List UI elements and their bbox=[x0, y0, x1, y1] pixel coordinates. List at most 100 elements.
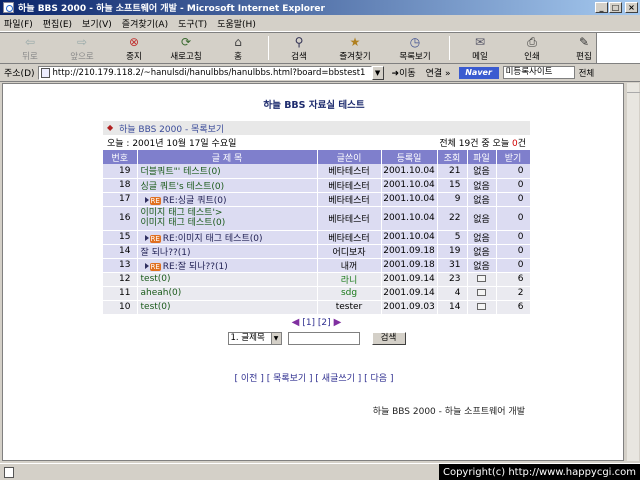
forward-arrow-icon: ⇨ bbox=[76, 34, 88, 49]
menu-file[interactable]: 파일(F) bbox=[4, 17, 33, 30]
stop-button[interactable]: ⊗ 중지 bbox=[108, 35, 160, 62]
post-link[interactable]: 더블쿼트"' 테스트(0) bbox=[137, 164, 318, 179]
search-button[interactable]: ⚲ 검색 bbox=[273, 35, 325, 62]
post-link[interactable]: test(0) bbox=[137, 272, 318, 287]
col-file: 파일 bbox=[467, 150, 497, 164]
re-icon: RE bbox=[149, 196, 161, 205]
table-row[interactable]: 19 더블쿼트"' 테스트(0) 베타테스터 2001.10.04 21 없음 … bbox=[103, 164, 531, 179]
menu-favorites[interactable]: 즐겨찾기(A) bbox=[122, 17, 168, 30]
window-title-bar: 하늘 BBS 2000 - 하늘 소프트웨어 개발 - Microsoft In… bbox=[0, 0, 640, 15]
post-link[interactable]: RE RE:이미지 태그 테스트(0) bbox=[137, 230, 318, 245]
home-icon: ⌂ bbox=[234, 34, 242, 49]
naver-logo[interactable]: Naver bbox=[458, 66, 499, 79]
file-icon[interactable] bbox=[477, 303, 486, 310]
window-title: 하늘 BBS 2000 - 하늘 소프트웨어 개발 - Microsoft In… bbox=[18, 4, 325, 14]
post-link[interactable]: test(0) bbox=[137, 300, 318, 315]
col-views: 조회 bbox=[437, 150, 468, 164]
toolbar-search-input[interactable]: 미등록사이트 bbox=[502, 66, 575, 79]
address-url: http://210.179.118.2/~hanulsdi/hanulbbs/… bbox=[52, 67, 366, 78]
table-row[interactable]: 14 잘 되나??(1) 어디보자 2001.09.18 19 없음 0 bbox=[103, 244, 531, 259]
col-downloads: 받기 bbox=[496, 150, 531, 164]
post-link[interactable]: 싱글 쿼트's 테스트(0) bbox=[137, 178, 318, 193]
history-button[interactable]: ◷ 목록보기 bbox=[385, 35, 445, 62]
mail-icon: ✉ bbox=[474, 34, 486, 49]
minimize-button[interactable]: _ bbox=[595, 2, 608, 13]
favorites-button[interactable]: ★ 즐겨찾기 bbox=[325, 35, 385, 62]
reply-arrow-icon bbox=[144, 262, 149, 269]
address-label: 주소(D) bbox=[4, 69, 35, 79]
post-link[interactable]: RE RE:싱글 쿼트(0) bbox=[137, 192, 318, 207]
print-icon: ⎙ bbox=[527, 34, 537, 49]
favorites-icon: ★ bbox=[349, 34, 361, 49]
address-dropdown-button[interactable]: ▼ bbox=[371, 65, 384, 80]
refresh-button[interactable]: ⟳ 새로고침 bbox=[160, 35, 212, 62]
table-row[interactable]: 17 RE RE:싱글 쿼트(0) 베타테스터 2001.10.04 9 없음 0 bbox=[103, 192, 531, 207]
address-input[interactable]: http://210.179.118.2/~hanulsdi/hanulbbs/… bbox=[37, 65, 372, 80]
today-date: 오늘 : 2001년 10월 17일 수요일 bbox=[107, 139, 237, 149]
re-icon: RE bbox=[149, 262, 161, 271]
file-icon[interactable] bbox=[477, 289, 486, 296]
page-title: 하늘 BBS 자료실 테스트 bbox=[263, 100, 365, 111]
page-icon bbox=[40, 67, 50, 78]
chevron-down-icon: ▼ bbox=[270, 333, 281, 344]
page-links[interactable]: [1] [2] bbox=[302, 318, 330, 328]
vertical-scrollbar[interactable] bbox=[626, 83, 640, 461]
search-icon: ⚲ bbox=[294, 34, 304, 49]
re-icon: RE bbox=[149, 234, 161, 243]
address-bar: 주소(D) http://210.179.118.2/~hanulsdi/han… bbox=[0, 64, 640, 82]
menu-help[interactable]: 도움말(H) bbox=[217, 17, 256, 30]
ie-logo-icon bbox=[3, 2, 14, 13]
post-link[interactable]: 이미지 태그 테스트'> 이미지 태그 테스트(0) bbox=[137, 206, 318, 231]
back-button[interactable]: ⇦ 뒤로 bbox=[4, 35, 56, 62]
search-row: 1. 글제목 ▼ 검색 bbox=[103, 331, 530, 347]
menu-bar: 파일(F) 편집(E) 보기(V) 즐겨찾기(A) 도구(T) 도움말(H) bbox=[0, 15, 640, 32]
refresh-icon: ⟳ bbox=[180, 34, 192, 49]
next-page-icon[interactable]: ▶ bbox=[334, 317, 342, 328]
pagination: ◀ [1] [2] ▶ bbox=[103, 315, 530, 331]
col-author: 글쓴이 bbox=[317, 150, 382, 164]
forward-button[interactable]: ⇨ 앞으로 bbox=[56, 35, 108, 62]
history-icon: ◷ bbox=[409, 34, 421, 49]
bottom-nav-links[interactable]: [ 이전 ] [ 목록보기 ] [ 새글쓰기 ] [ 다음 ] bbox=[3, 371, 625, 384]
col-date: 등록일 bbox=[381, 150, 438, 164]
reply-arrow-icon bbox=[144, 196, 149, 203]
search-submit-button[interactable]: 검색 bbox=[371, 332, 406, 345]
post-link[interactable]: RE RE:잘 되나??(1) bbox=[137, 258, 318, 273]
edit-icon: ✎ bbox=[578, 34, 590, 49]
mail-button[interactable]: ✉ 메일 bbox=[454, 35, 506, 62]
post-link[interactable]: aheah(0) bbox=[137, 286, 318, 301]
table-row[interactable]: 12 test(0) 라니 2001.09.14 23 6 bbox=[103, 272, 531, 287]
menu-tools[interactable]: 도구(T) bbox=[178, 17, 207, 30]
go-button[interactable]: ➜이동 bbox=[392, 66, 416, 79]
page-content: 하늘 BBS 자료실 테스트 ◆ 하늘 BBS 2000 - 목록보기 오늘 :… bbox=[2, 83, 624, 461]
copyright-banner: Copyright(c) http://www.happycgi.com bbox=[438, 464, 640, 480]
post-table: 번호 글 제 목 글쓴이 등록일 조회 파일 받기 19 더블쿼트"' 테스트(… bbox=[103, 150, 531, 315]
toolbar-total-label[interactable]: 전체 bbox=[579, 67, 595, 79]
col-number: 번호 bbox=[103, 150, 138, 164]
toolbar: ⇦ 뒤로 ⇨ 앞으로 ⊗ 중지 ⟳ 새로고침 ⌂ 홈 ⚲ 검색 ★ 즐겨찾기 ◷ 목록보기 ✉ 메… bbox=[0, 32, 640, 64]
col-subject: 글 제 목 bbox=[137, 150, 318, 164]
table-row[interactable]: 11 aheah(0) sdg 2001.09.14 4 2 bbox=[103, 286, 531, 301]
table-row[interactable]: 15 RE RE:이미지 태그 테스트(0) 베타테스터 2001.10.04 5… bbox=[103, 230, 531, 245]
file-icon[interactable] bbox=[477, 275, 486, 282]
home-button[interactable]: ⌂ 홈 bbox=[212, 35, 264, 62]
table-row[interactable]: 18 싱글 쿼트's 테스트(0) 베타테스터 2001.10.04 15 없음… bbox=[103, 178, 531, 193]
page-status-icon bbox=[4, 466, 14, 478]
post-link[interactable]: 잘 되나??(1) bbox=[137, 244, 318, 259]
table-row[interactable]: 16 이미지 태그 테스트'> 이미지 태그 테스트(0) 베타테스터 2001.… bbox=[103, 206, 531, 231]
board-info: 오늘 : 2001년 10월 17일 수요일 전체 19건 중 오늘 0건 bbox=[103, 135, 530, 150]
reply-arrow-icon bbox=[144, 234, 149, 241]
search-keyword-input[interactable] bbox=[287, 332, 360, 345]
search-field-select[interactable]: 1. 글제목 ▼ bbox=[227, 332, 282, 345]
table-row[interactable]: 10 test(0) tester 2001.09.03 14 6 bbox=[103, 300, 531, 315]
prev-page-icon[interactable]: ◀ bbox=[292, 317, 300, 328]
table-row[interactable]: 13 RE RE:잘 되나??(1) 내꺼 2001.09.18 31 없음 0 bbox=[103, 258, 531, 273]
status-bar: Copyright(c) http://www.happycgi.com bbox=[0, 463, 640, 480]
close-button[interactable]: × bbox=[625, 2, 638, 13]
menu-view[interactable]: 보기(V) bbox=[82, 17, 112, 30]
links-toolbar[interactable]: 연결 » bbox=[426, 66, 451, 79]
back-arrow-icon: ⇦ bbox=[24, 34, 36, 49]
maximize-button[interactable]: □ bbox=[609, 2, 622, 13]
menu-edit[interactable]: 편집(E) bbox=[43, 17, 72, 30]
print-button[interactable]: ⎙ 인쇄 bbox=[506, 35, 558, 62]
